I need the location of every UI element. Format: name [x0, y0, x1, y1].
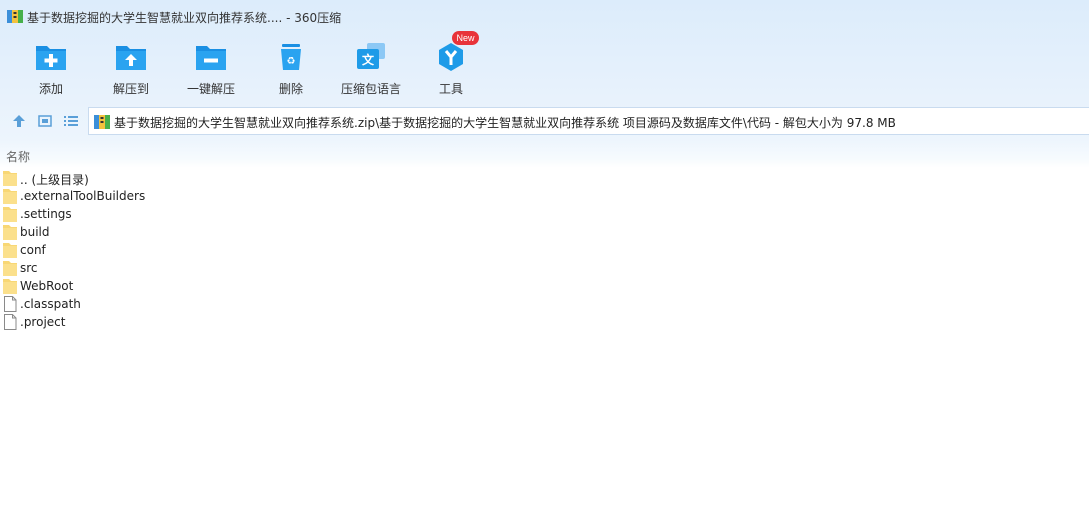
title-bar: 基于数据挖掘的大学生智慧就业双向推荐系统.... - 360压缩: [0, 0, 1089, 32]
extract-to-button[interactable]: 解压到: [91, 36, 171, 100]
list-item[interactable]: conf: [3, 241, 403, 259]
list-item[interactable]: build: [3, 223, 403, 241]
tools-icon: [439, 43, 463, 71]
archive-app-icon: [7, 10, 23, 23]
file-icon: [4, 296, 17, 312]
folder-icon: [3, 189, 17, 204]
toolbar: 添加 解压到 一键解压 ♻ 删除 文 压缩包语言 工具 New: [0, 31, 1089, 100]
column-header-name[interactable]: 名称: [6, 148, 30, 165]
add-button[interactable]: 添加: [11, 36, 91, 100]
item-name: .project: [20, 315, 66, 329]
item-name: .classpath: [20, 297, 81, 311]
trash-icon: ♻: [281, 44, 301, 70]
delete-label: 删除: [278, 82, 303, 96]
item-name: .externalToolBuilders: [20, 189, 146, 203]
item-name: src: [20, 261, 38, 275]
item-name: .. (上级目录): [20, 173, 89, 187]
list-item[interactable]: src: [3, 259, 403, 277]
list-item[interactable]: WebRoot: [3, 277, 403, 295]
new-badge: New: [452, 31, 479, 45]
one-click-extract-icon: [196, 46, 226, 70]
folder-icon: [3, 225, 17, 240]
folder-icon: [3, 243, 17, 258]
archive-language-button[interactable]: 文 压缩包语言: [331, 36, 411, 100]
extract-to-label: 解压到: [112, 82, 149, 96]
file-icon: [4, 314, 17, 330]
list-item[interactable]: .settings: [3, 205, 403, 223]
archive-language-icon: 文: [357, 43, 385, 69]
list-item[interactable]: .externalToolBuilders: [3, 187, 403, 205]
svg-text:文: 文: [362, 52, 375, 67]
item-name: build: [20, 225, 50, 239]
list-item[interactable]: .classpath: [3, 295, 403, 313]
archive-language-label: 压缩包语言: [340, 82, 401, 96]
zip-file-icon: [94, 115, 110, 129]
svg-text:♻: ♻: [287, 56, 296, 67]
list-view-icon[interactable]: [62, 112, 80, 130]
folder-icon: [3, 207, 17, 222]
window-title: 基于数据挖掘的大学生智慧就业双向推荐系统.... - 360压缩: [27, 11, 342, 25]
list-item[interactable]: .project: [3, 313, 403, 331]
address-path: 基于数据挖掘的大学生智慧就业双向推荐系统.zip\基于数据挖掘的大学生智慧就业双…: [114, 116, 896, 130]
add-folder-icon: [36, 46, 66, 70]
column-header: 名称: [0, 140, 1089, 168]
folder-icon: [3, 261, 17, 276]
navigation-bar: 基于数据挖掘的大学生智慧就业双向推荐系统.zip\基于数据挖掘的大学生智慧就业双…: [0, 107, 1089, 135]
thumbnail-view-icon[interactable]: [36, 112, 54, 130]
item-name: WebRoot: [20, 279, 74, 293]
tools-label: 工具: [438, 82, 463, 96]
up-arrow-icon[interactable]: [10, 112, 28, 130]
extract-to-icon: [116, 46, 146, 70]
one-click-extract-label: 一键解压: [186, 82, 235, 96]
list-item[interactable]: .. (上级目录): [3, 169, 403, 187]
folder-icon: [3, 279, 17, 294]
address-bar[interactable]: 基于数据挖掘的大学生智慧就业双向推荐系统.zip\基于数据挖掘的大学生智慧就业双…: [88, 107, 1089, 135]
item-name: .settings: [20, 207, 72, 221]
tools-button[interactable]: 工具: [411, 36, 491, 100]
window-chrome: 基于数据挖掘的大学生智慧就业双向推荐系统.... - 360压缩 添加 解压到: [0, 0, 1089, 140]
one-click-extract-button[interactable]: 一键解压: [171, 36, 251, 100]
item-name: conf: [20, 243, 46, 257]
delete-button[interactable]: ♻ 删除: [251, 36, 331, 100]
add-label: 添加: [38, 82, 63, 96]
folder-icon: [3, 171, 17, 186]
